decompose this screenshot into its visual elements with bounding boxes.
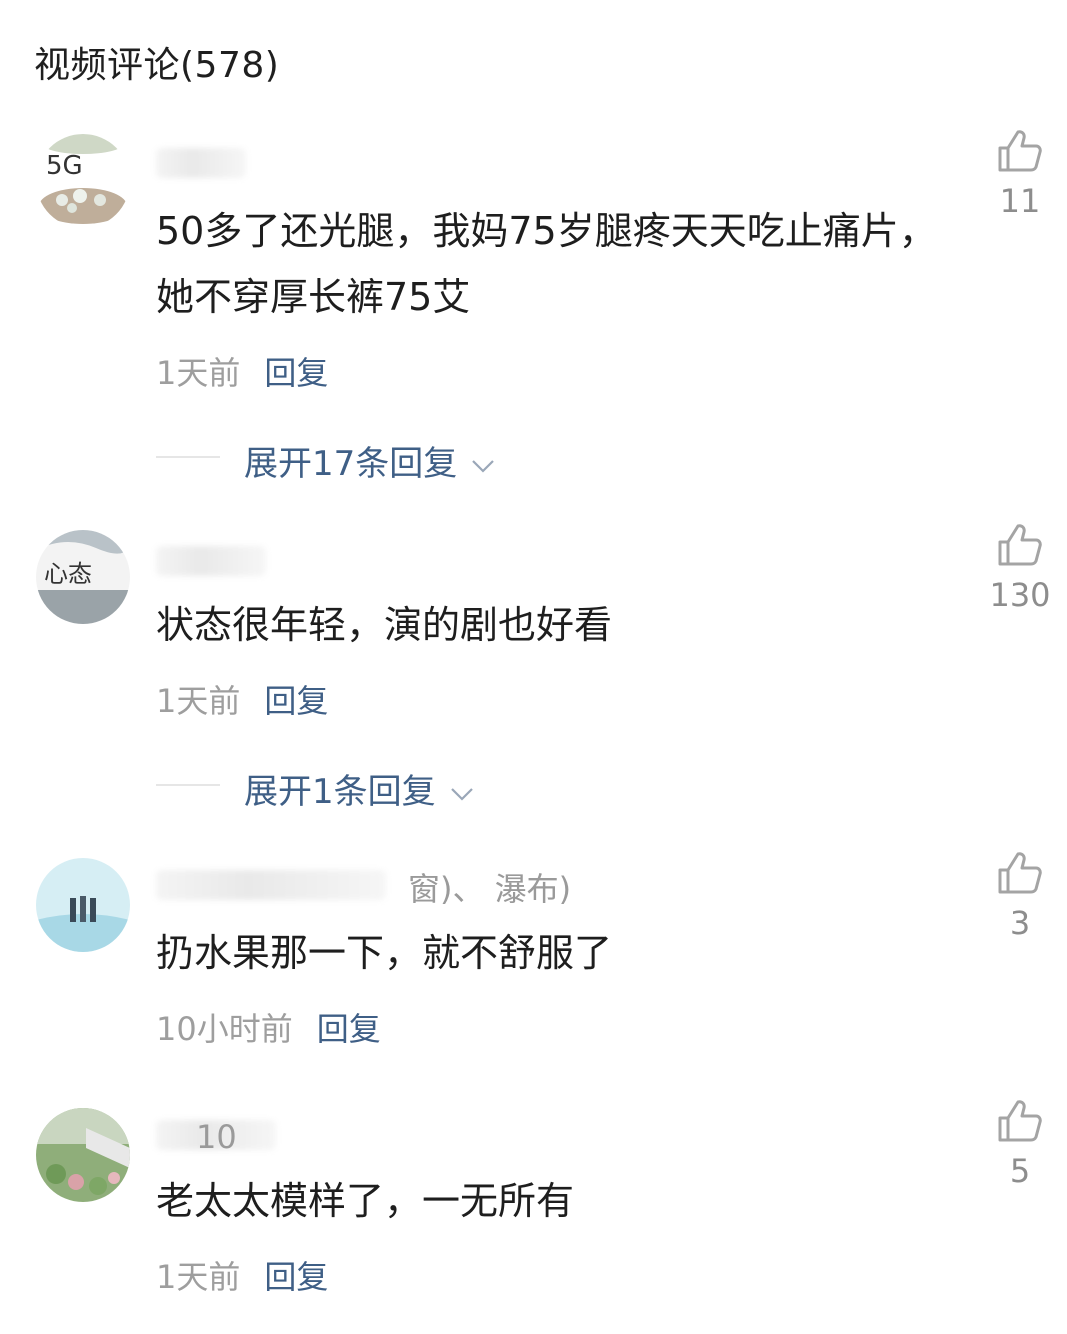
like-count: 3	[1009, 904, 1031, 942]
chevron-down-icon	[450, 787, 473, 801]
thumbs-up-icon	[998, 130, 1042, 172]
thumbs-up-icon	[998, 1100, 1042, 1142]
comment-meta: 10小时前 回复	[156, 1004, 381, 1050]
reply-button[interactable]: 回复	[264, 354, 328, 392]
username-placeholder[interactable]	[156, 546, 266, 576]
comment-text: 扔水果那一下，就不舒服了	[156, 931, 613, 975]
comment-time: 10小时前	[156, 1010, 293, 1048]
username-placeholder[interactable]	[156, 148, 246, 178]
username-tag: 窗)、 瀑布)	[408, 870, 572, 908]
avatar[interactable]: 心态	[36, 530, 130, 624]
avatar-image	[36, 1108, 130, 1202]
avatar-image	[36, 858, 130, 952]
chevron-down-icon	[472, 459, 495, 473]
like-button[interactable]: 3	[970, 850, 1067, 942]
reply-button[interactable]: 回复	[264, 682, 328, 720]
thumbs-up-icon	[998, 852, 1042, 894]
svg-text:5G: 5G	[46, 151, 83, 181]
comment-time: 1天前	[156, 354, 241, 392]
like-count: 5	[1009, 1152, 1031, 1190]
comment-text: 50多了还光腿，我妈75岁腿疼天天吃止痛片，她不穿厚长裤75艾	[156, 209, 937, 319]
avatar-image: 心态	[36, 530, 130, 624]
reply-button[interactable]: 回复	[317, 1010, 381, 1048]
divider	[156, 784, 220, 786]
page-title: 视频评论(578)	[34, 45, 280, 86]
avatar[interactable]	[36, 1108, 130, 1202]
expand-label: 展开17条回复	[244, 444, 458, 484]
comment-text: 老太太模样了，一无所有	[156, 1179, 575, 1223]
reply-button[interactable]: 回复	[264, 1258, 328, 1296]
comment-meta: 1天前 回复	[156, 348, 328, 394]
expand-label: 展开1条回复	[244, 772, 436, 812]
like-button[interactable]: 11	[970, 128, 1067, 220]
comment-text: 状态很年轻，演的剧也好看	[156, 603, 613, 647]
avatar-image: 5G	[36, 134, 130, 228]
divider	[156, 456, 220, 458]
svg-text:心态: 心态	[44, 560, 92, 588]
username-tag: 10	[196, 1118, 237, 1156]
thumbs-up-icon	[998, 524, 1042, 566]
comment-time: 1天前	[156, 682, 241, 720]
like-count: 11	[999, 182, 1041, 220]
comment-meta: 1天前 回复	[156, 1252, 328, 1298]
avatar[interactable]: 5G	[36, 134, 130, 228]
avatar[interactable]	[36, 858, 130, 952]
comment-meta: 1天前 回复	[156, 676, 328, 722]
like-count: 130	[989, 576, 1051, 614]
username-placeholder[interactable]	[156, 870, 386, 900]
comment-time: 1天前	[156, 1258, 241, 1296]
like-button[interactable]: 5	[970, 1098, 1067, 1190]
like-button[interactable]: 130	[970, 522, 1067, 614]
